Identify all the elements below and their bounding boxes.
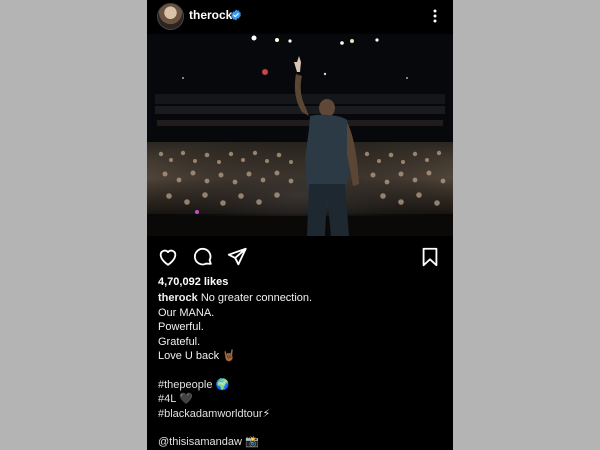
hashtag-link[interactable]: #thepeople 🌍 bbox=[158, 378, 443, 393]
post-username[interactable]: therock bbox=[189, 8, 232, 22]
hashtag-link[interactable]: #blackadamworldtour⚡ bbox=[158, 407, 443, 422]
caption-text: No greater connection. bbox=[200, 292, 313, 304]
profile-avatar[interactable] bbox=[157, 3, 184, 30]
mention-link[interactable]: @thisisamandaw 📸 bbox=[158, 435, 443, 450]
caption-line: Love U back 🤘🏾 bbox=[158, 350, 236, 362]
caption-line: Our MANA. bbox=[158, 306, 215, 319]
hashtag-link[interactable]: #4L 🖤 bbox=[158, 392, 443, 407]
bookmark-icon[interactable] bbox=[419, 246, 441, 268]
concert-photo bbox=[147, 34, 453, 236]
post-actions-bar bbox=[147, 244, 453, 270]
send-icon[interactable] bbox=[226, 246, 248, 268]
caption-line: Powerful. bbox=[158, 321, 204, 333]
more-options-icon[interactable] bbox=[428, 8, 442, 24]
comment-icon[interactable] bbox=[192, 246, 214, 268]
likes-count[interactable]: 4,70,092 likes bbox=[158, 276, 228, 288]
verified-badge-icon bbox=[231, 9, 241, 21]
instagram-post-screen: therock 4,70,092 likes therock No greate… bbox=[147, 0, 453, 450]
post-image[interactable] bbox=[147, 34, 453, 236]
caption-line: Grateful. bbox=[158, 335, 201, 348]
post-header: therock bbox=[147, 0, 453, 32]
caption-username[interactable]: therock bbox=[158, 292, 198, 304]
heart-icon[interactable] bbox=[157, 246, 179, 268]
caption-first-line: therock No greater connection. bbox=[158, 291, 443, 306]
post-caption: therock No greater connection. Our MANA.… bbox=[158, 291, 443, 450]
